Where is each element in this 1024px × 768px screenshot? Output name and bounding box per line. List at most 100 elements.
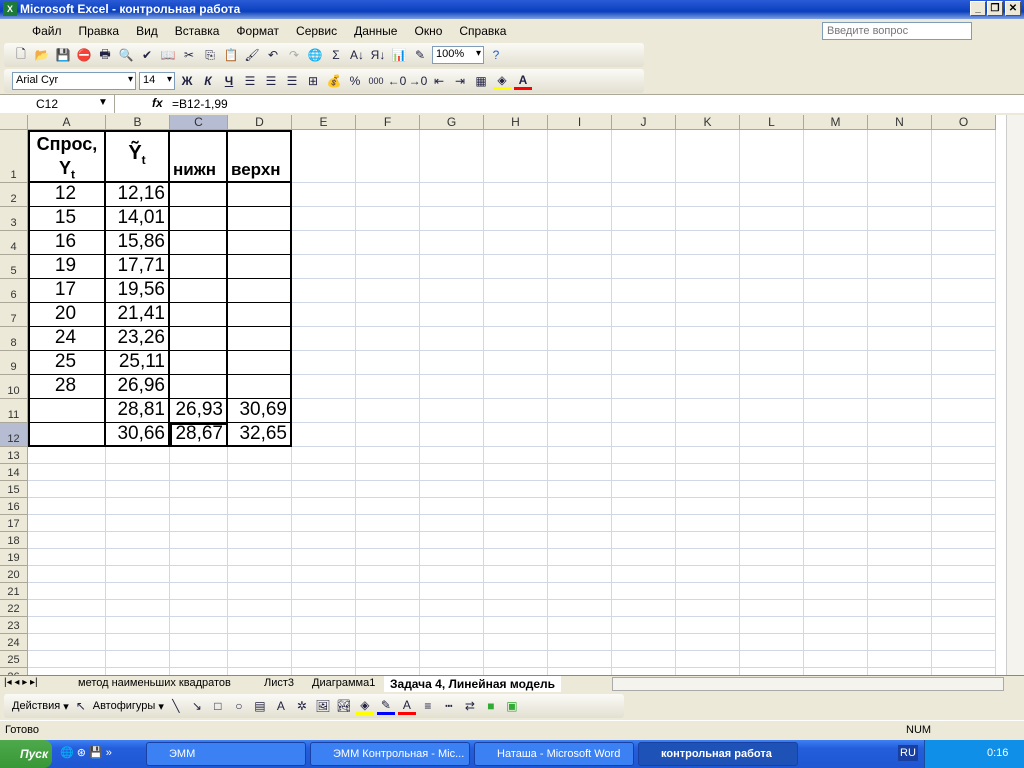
shadow-icon[interactable]: ■	[482, 697, 500, 715]
align-right-icon[interactable]: ☰	[283, 72, 301, 90]
autosum-icon[interactable]: Σ	[327, 46, 345, 64]
cell-I20[interactable]	[548, 566, 612, 583]
cell-B24[interactable]	[106, 634, 170, 651]
cell-F11[interactable]	[356, 399, 420, 423]
cell-C18[interactable]	[170, 532, 228, 549]
cell-N13[interactable]	[868, 447, 932, 464]
cell-G2[interactable]	[420, 183, 484, 207]
cell-M9[interactable]	[804, 351, 868, 375]
cell-M14[interactable]	[804, 464, 868, 481]
cell-A10[interactable]: 28	[28, 375, 106, 399]
cell-B13[interactable]	[106, 447, 170, 464]
cell-M22[interactable]	[804, 600, 868, 617]
cell-O22[interactable]	[932, 600, 996, 617]
oval-icon[interactable]: ○	[230, 697, 248, 715]
autoshapes-menu[interactable]: Автофигуры	[93, 700, 156, 712]
menu-0[interactable]: Файл	[32, 24, 62, 38]
cell-N19[interactable]	[868, 549, 932, 566]
cell-H6[interactable]	[484, 279, 548, 303]
cell-C15[interactable]	[170, 481, 228, 498]
cell-E17[interactable]	[292, 515, 356, 532]
cell-J17[interactable]	[612, 515, 676, 532]
cell-G3[interactable]	[420, 207, 484, 231]
cell-C3[interactable]	[170, 207, 228, 231]
cell-O8[interactable]	[932, 327, 996, 351]
cell-L17[interactable]	[740, 515, 804, 532]
cell-B5[interactable]: 17,71	[106, 255, 170, 279]
cell-J19[interactable]	[612, 549, 676, 566]
hyperlink-icon[interactable]: 🌐	[306, 46, 324, 64]
cell-K11[interactable]	[676, 399, 740, 423]
cell-C11[interactable]: 26,93	[170, 399, 228, 423]
cell-I18[interactable]	[548, 532, 612, 549]
column-header-M[interactable]: M	[804, 115, 868, 130]
cell-K20[interactable]	[676, 566, 740, 583]
cell-H12[interactable]	[484, 423, 548, 447]
column-header-N[interactable]: N	[868, 115, 932, 130]
row-header-1[interactable]: 1	[0, 130, 28, 183]
cell-M17[interactable]	[804, 515, 868, 532]
cell-C26[interactable]	[170, 668, 228, 675]
cell-H10[interactable]	[484, 375, 548, 399]
menu-7[interactable]: Окно	[414, 24, 442, 38]
cell-E14[interactable]	[292, 464, 356, 481]
cell-O26[interactable]	[932, 668, 996, 675]
cell-G25[interactable]	[420, 651, 484, 668]
cell-H3[interactable]	[484, 207, 548, 231]
cell-L19[interactable]	[740, 549, 804, 566]
cell-G13[interactable]	[420, 447, 484, 464]
cell-D3[interactable]	[228, 207, 292, 231]
paste-icon[interactable]: 📋	[222, 46, 240, 64]
bold-button[interactable]: Ж	[178, 72, 196, 90]
cell-B15[interactable]	[106, 481, 170, 498]
cell-C25[interactable]	[170, 651, 228, 668]
cell-I3[interactable]	[548, 207, 612, 231]
row-header-14[interactable]: 14	[0, 464, 28, 481]
cell-I2[interactable]	[548, 183, 612, 207]
cell-H19[interactable]	[484, 549, 548, 566]
font-color-icon[interactable]: A	[397, 697, 416, 715]
cell-B9[interactable]: 25,11	[106, 351, 170, 375]
cell-K26[interactable]	[676, 668, 740, 675]
cell-B17[interactable]	[106, 515, 170, 532]
tab-sheet-1[interactable]: метод наименьших квадратов	[72, 676, 237, 692]
cell-D15[interactable]	[228, 481, 292, 498]
cell-K21[interactable]	[676, 583, 740, 600]
cut-icon[interactable]: ✂	[180, 46, 198, 64]
cell-B2[interactable]: 12,16	[106, 183, 170, 207]
row-header-15[interactable]: 15	[0, 481, 28, 498]
cell-O2[interactable]	[932, 183, 996, 207]
picture-icon[interactable]: 🏞	[335, 697, 353, 715]
cell-A1[interactable]: Спрос, Yt	[28, 130, 106, 183]
cell-D21[interactable]	[228, 583, 292, 600]
cell-O25[interactable]	[932, 651, 996, 668]
cell-O14[interactable]	[932, 464, 996, 481]
cell-E20[interactable]	[292, 566, 356, 583]
undo-icon[interactable]: ↶	[264, 46, 282, 64]
cell-E7[interactable]	[292, 303, 356, 327]
new-icon[interactable]: 🗋	[12, 46, 30, 64]
cell-H15[interactable]	[484, 481, 548, 498]
cell-E2[interactable]	[292, 183, 356, 207]
cell-F25[interactable]	[356, 651, 420, 668]
cell-A17[interactable]	[28, 515, 106, 532]
minimize-button[interactable]: _	[970, 1, 986, 16]
cell-N26[interactable]	[868, 668, 932, 675]
cell-C22[interactable]	[170, 600, 228, 617]
cell-N8[interactable]	[868, 327, 932, 351]
cell-O7[interactable]	[932, 303, 996, 327]
cell-D13[interactable]	[228, 447, 292, 464]
cell-C14[interactable]	[170, 464, 228, 481]
cell-F6[interactable]	[356, 279, 420, 303]
formula-input[interactable]: =B12-1,99	[172, 97, 228, 111]
column-header-E[interactable]: E	[292, 115, 356, 130]
cell-O10[interactable]	[932, 375, 996, 399]
cell-A25[interactable]	[28, 651, 106, 668]
cell-D18[interactable]	[228, 532, 292, 549]
cell-N25[interactable]	[868, 651, 932, 668]
print-preview-icon[interactable]: 🔍	[117, 46, 135, 64]
spreadsheet-grid[interactable]: A B C D E F G H I J K L M N O 1 Спрос, Yt Ỹt нижн верхн 2 12 12…	[0, 115, 1006, 675]
increase-indent-icon[interactable]: ⇥	[451, 72, 469, 90]
cell-J8[interactable]	[612, 327, 676, 351]
cell-E6[interactable]	[292, 279, 356, 303]
